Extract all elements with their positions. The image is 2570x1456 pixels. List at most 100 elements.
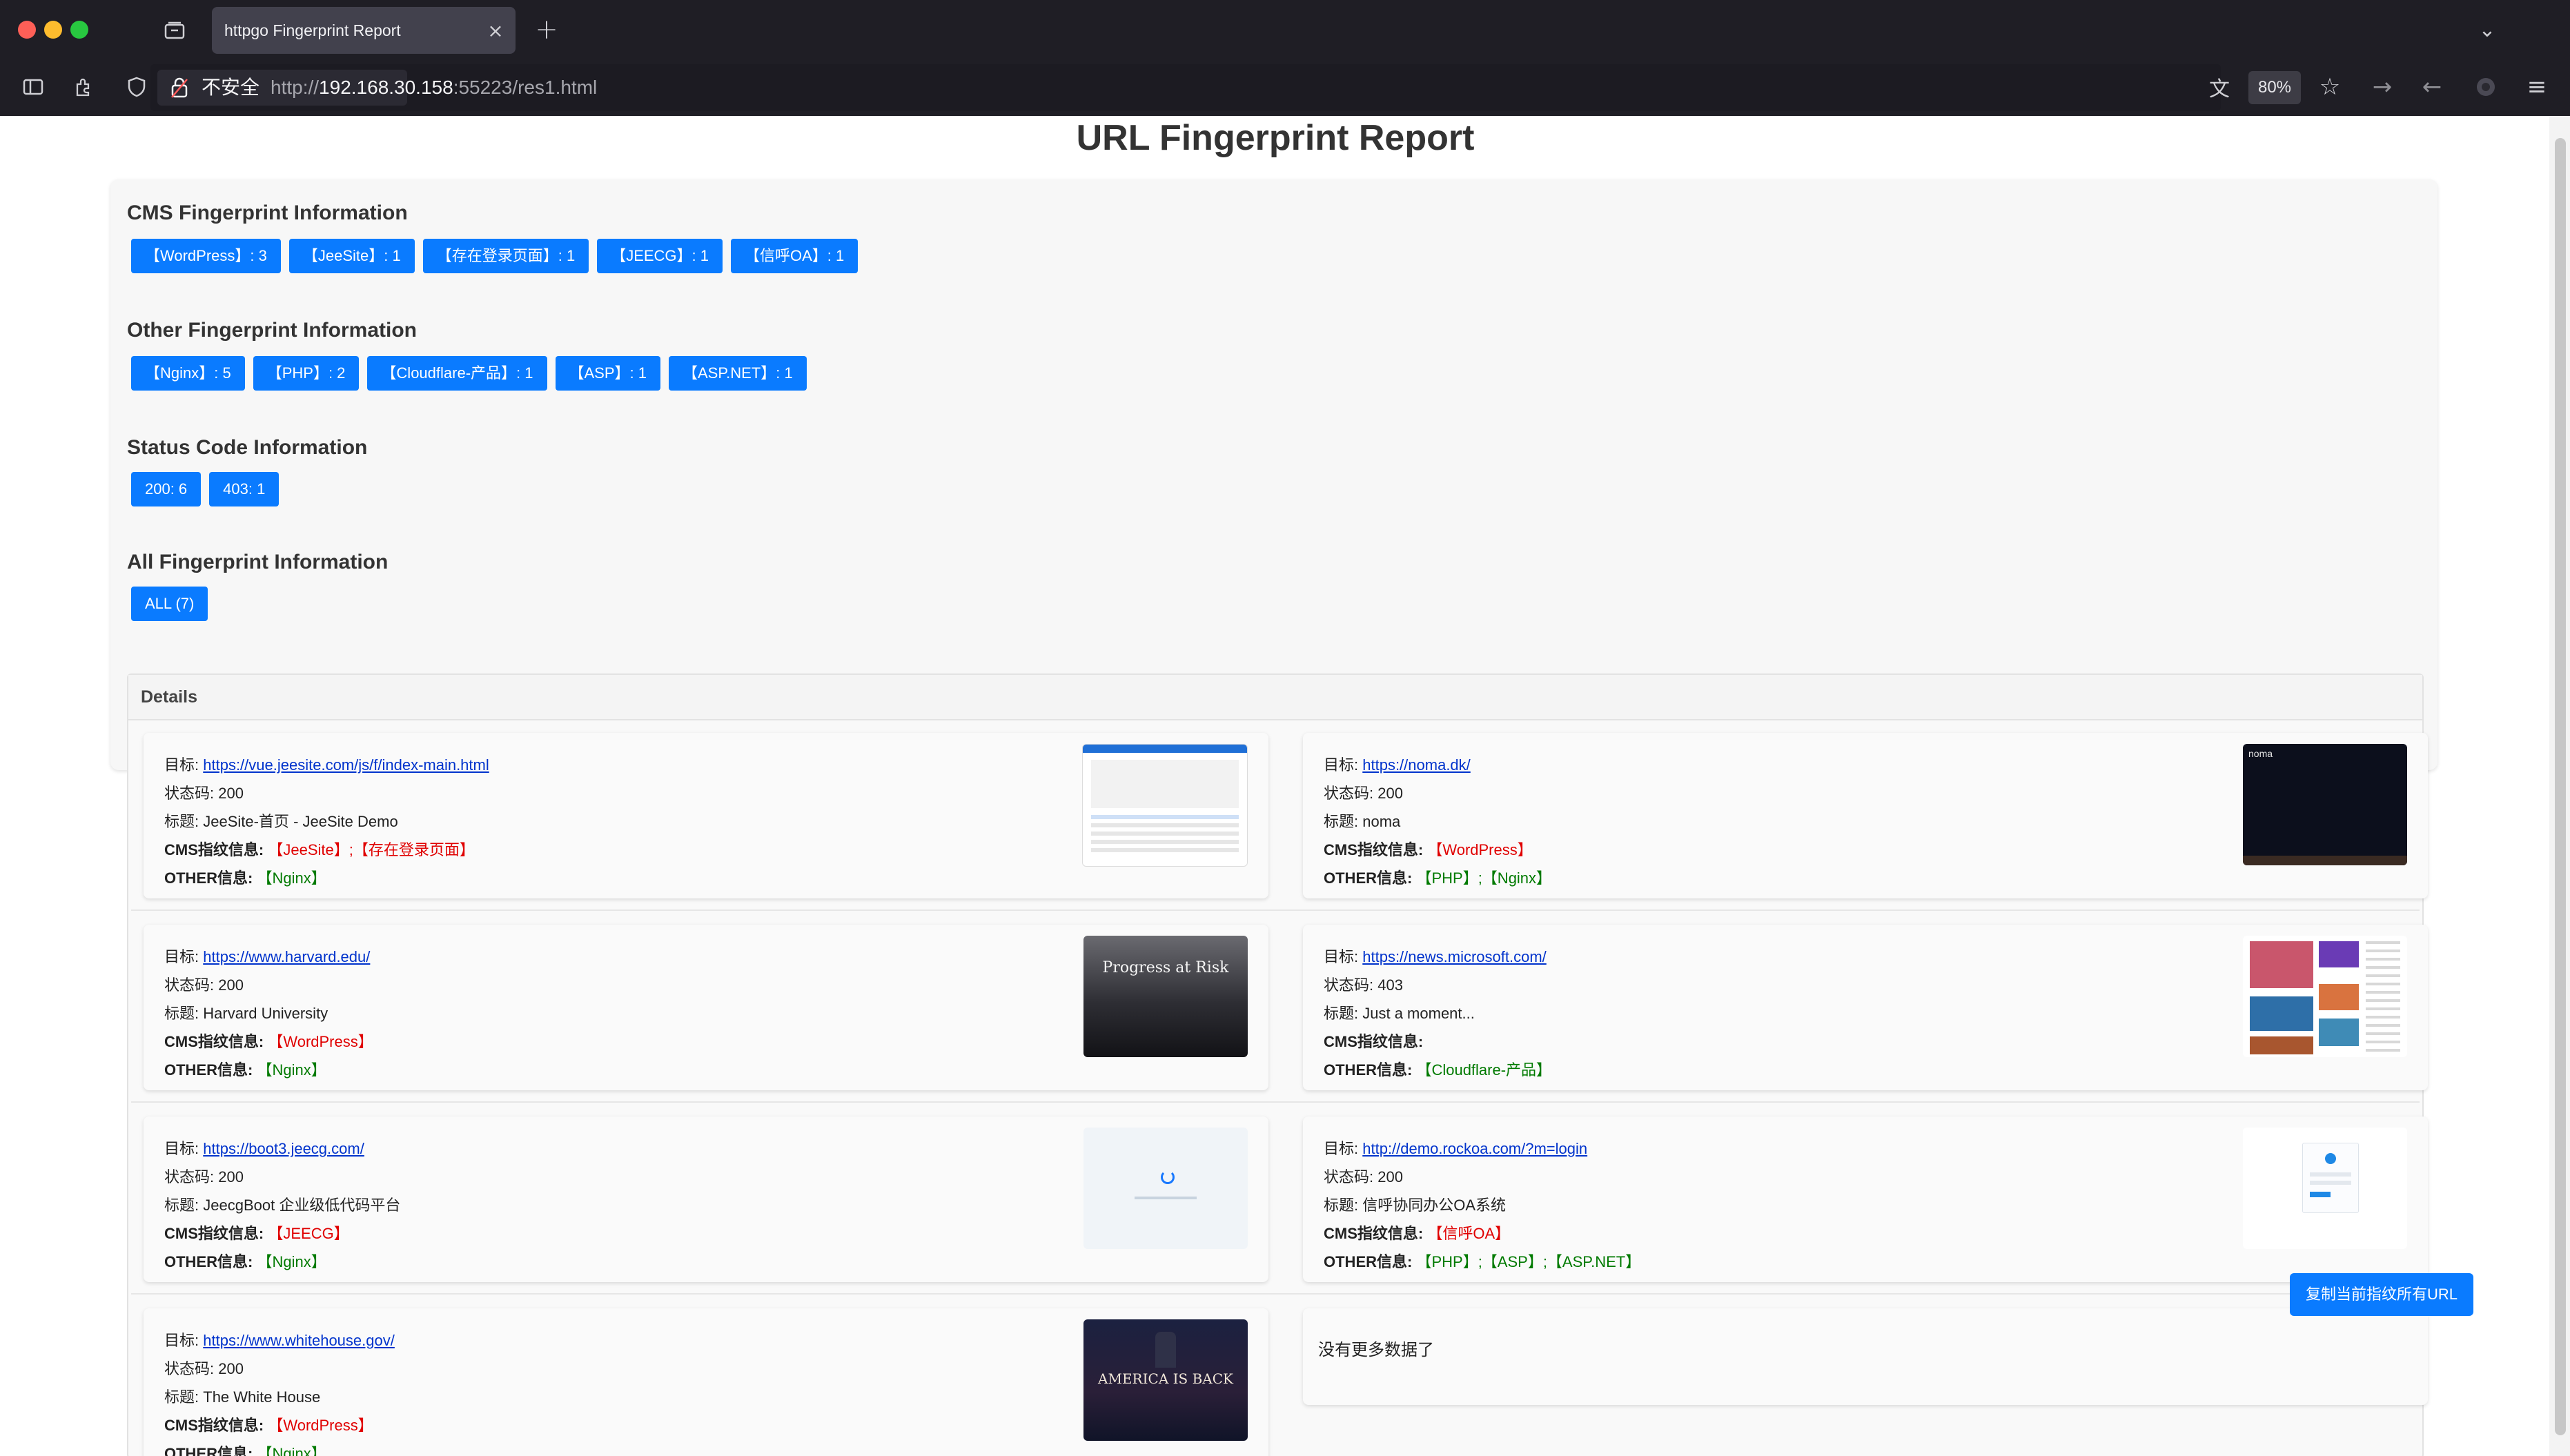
target-link[interactable]: http://demo.rockoa.com/?m=login	[1362, 1140, 1587, 1157]
copy-all-urls-button[interactable]: 复制当前指纹所有URL	[2290, 1273, 2473, 1316]
screenshot-thumbnail[interactable]: noma	[2243, 744, 2407, 865]
status-label: 状态码:	[164, 1360, 215, 1377]
status-label: 状态码:	[164, 976, 215, 994]
status-label: 状态码:	[1324, 976, 1374, 994]
screenshot-thumbnail[interactable]	[1082, 744, 1248, 867]
result-card-whitehouse: 目标: https://www.whitehouse.gov/ 状态码: 200…	[144, 1308, 1268, 1456]
status-value: 200	[1377, 785, 1403, 802]
screenshot-thumbnail[interactable]	[1083, 1128, 1248, 1249]
badge-jeecg[interactable]: 【JEECG】: 1	[597, 239, 723, 273]
other-label: OTHER信息:	[164, 1445, 253, 1456]
no-more-data-text: 没有更多数据了	[1318, 1341, 1434, 1359]
sidebar-toggle-icon[interactable]	[19, 72, 47, 102]
all-badge-row: ALL (7)	[131, 587, 208, 621]
screenshot-thumbnail[interactable]: Progress at Risk	[1083, 936, 1248, 1057]
back-arrow-icon[interactable]: ←	[2417, 72, 2447, 102]
maximize-window-button[interactable]	[70, 21, 88, 39]
badge-xinhu-oa[interactable]: 【信呼OA】: 1	[731, 239, 859, 273]
translate-icon[interactable]: 文	[2206, 72, 2233, 102]
other-label: OTHER信息:	[164, 1253, 253, 1270]
other-value: 【Nginx】	[257, 869, 326, 887]
card-info: 目标: https://vue.jeesite.com/js/f/index-m…	[164, 751, 489, 892]
cms-value: 【WordPress】	[268, 1417, 373, 1434]
status-value: 200	[218, 1168, 244, 1186]
extensions-icon[interactable]	[69, 72, 97, 102]
badge-nginx[interactable]: 【Nginx】: 5	[131, 356, 245, 391]
title-label: 标题:	[1324, 1005, 1359, 1022]
bookmark-star-icon[interactable]: ☆	[2315, 72, 2345, 102]
other-label: OTHER信息:	[164, 1061, 253, 1079]
tab-overview-icon[interactable]	[159, 15, 190, 46]
target-link[interactable]: https://news.microsoft.com/	[1362, 948, 1547, 965]
chevron-down-icon[interactable]: ⌄	[2471, 14, 2504, 46]
row-divider	[131, 1101, 2420, 1103]
badge-aspnet[interactable]: 【ASP.NET】: 1	[668, 356, 807, 391]
zoom-level-badge[interactable]: 80%	[2248, 71, 2301, 104]
row-divider	[131, 909, 2420, 911]
result-card-microsoft: 目标: https://news.microsoft.com/ 状态码: 403…	[1303, 925, 2428, 1090]
target-label: 目标:	[1324, 756, 1359, 774]
new-tab-plus-icon[interactable]: +	[533, 14, 560, 46]
title-value: The White House	[203, 1388, 321, 1406]
scrollbar-thumb[interactable]	[2555, 138, 2566, 1435]
cms-label: CMS指纹信息:	[164, 1033, 264, 1050]
menu-icon[interactable]: ≡	[2522, 72, 2552, 102]
card-info: 目标: https://noma.dk/ 状态码: 200 标题: noma C…	[1324, 751, 1551, 892]
cms-label: CMS指纹信息:	[1324, 841, 1424, 858]
badge-jeesite[interactable]: 【JeeSite】: 1	[288, 239, 415, 273]
screenshot-thumbnail[interactable]: AMERICA IS BACK	[1083, 1319, 1248, 1441]
cms-value: 【WordPress】	[268, 1033, 373, 1050]
badge-asp[interactable]: 【ASP】: 1	[555, 356, 660, 391]
target-link[interactable]: https://vue.jeesite.com/js/f/index-main.…	[203, 756, 489, 774]
account-icon[interactable]	[2471, 72, 2501, 102]
target-label: 目标:	[164, 756, 199, 774]
tab-active[interactable]: httpgo Fingerprint Report ×	[212, 7, 516, 54]
other-value: 【PHP】;【Nginx】	[1416, 869, 1552, 887]
close-icon[interactable]: ×	[485, 7, 506, 54]
target-link[interactable]: https://noma.dk/	[1362, 756, 1471, 774]
result-card-jeecg: 目标: https://boot3.jeecg.com/ 状态码: 200 标题…	[144, 1116, 1268, 1282]
badge-cloudflare[interactable]: 【Cloudflare-产品】: 1	[367, 356, 547, 391]
badge-status-200[interactable]: 200: 6	[131, 472, 202, 506]
title-label: 标题:	[164, 1388, 199, 1406]
page-viewport: URL Fingerprint Report CMS Fingerprint I…	[0, 116, 2570, 1456]
tab-title: httpgo Fingerprint Report	[224, 21, 401, 39]
other-label: OTHER信息:	[1324, 869, 1413, 887]
target-link[interactable]: https://www.whitehouse.gov/	[203, 1332, 395, 1349]
target-label: 目标:	[1324, 1140, 1359, 1157]
status-label: 状态码:	[1324, 785, 1374, 802]
url-text[interactable]: http://192.168.30.158:55223/res1.html	[271, 64, 597, 111]
other-value: 【Cloudflare-产品】	[1416, 1061, 1552, 1079]
url-path: :55223/res1.html	[453, 77, 598, 98]
other-value: 【Nginx】	[257, 1061, 326, 1079]
status-label: 状态码:	[164, 785, 215, 802]
minimize-window-button[interactable]	[44, 21, 62, 39]
cms-label: CMS指纹信息:	[164, 1225, 264, 1242]
badge-php[interactable]: 【PHP】: 2	[253, 356, 360, 391]
screenshot-thumbnail[interactable]	[2243, 1128, 2407, 1249]
badge-all[interactable]: ALL (7)	[131, 587, 208, 621]
forward-arrow-icon[interactable]: →	[2367, 72, 2397, 102]
card-info: 目标: https://www.harvard.edu/ 状态码: 200 标题…	[164, 943, 373, 1084]
target-link[interactable]: https://boot3.jeecg.com/	[203, 1140, 364, 1157]
cms-label: CMS指纹信息:	[164, 841, 264, 858]
insecure-lock-icon	[166, 70, 193, 106]
badge-status-403[interactable]: 403: 1	[209, 472, 279, 506]
row-divider	[131, 1293, 2420, 1295]
close-window-button[interactable]	[18, 21, 36, 39]
title-value: Harvard University	[203, 1005, 328, 1022]
title-label: 标题:	[164, 1005, 199, 1022]
badge-wordpress[interactable]: 【WordPress】: 3	[131, 239, 281, 273]
scrollbar-track[interactable]	[2549, 116, 2570, 1456]
result-card-jeesite: 目标: https://vue.jeesite.com/js/f/index-m…	[144, 733, 1268, 898]
screenshot-thumbnail[interactable]	[2243, 936, 2407, 1057]
url-bar[interactable]: 不安全 http://192.168.30.158:55223/res1.htm…	[150, 64, 2221, 111]
status-section-heading: Status Code Information	[127, 436, 368, 459]
badge-login-page[interactable]: 【存在登录页面】: 1	[422, 239, 589, 273]
all-section-heading: All Fingerprint Information	[127, 551, 389, 573]
target-link[interactable]: https://www.harvard.edu/	[203, 948, 370, 965]
title-label: 标题:	[1324, 813, 1359, 830]
shield-icon[interactable]	[123, 72, 150, 102]
title-value: noma	[1362, 813, 1401, 830]
status-value: 200	[1377, 1168, 1403, 1186]
